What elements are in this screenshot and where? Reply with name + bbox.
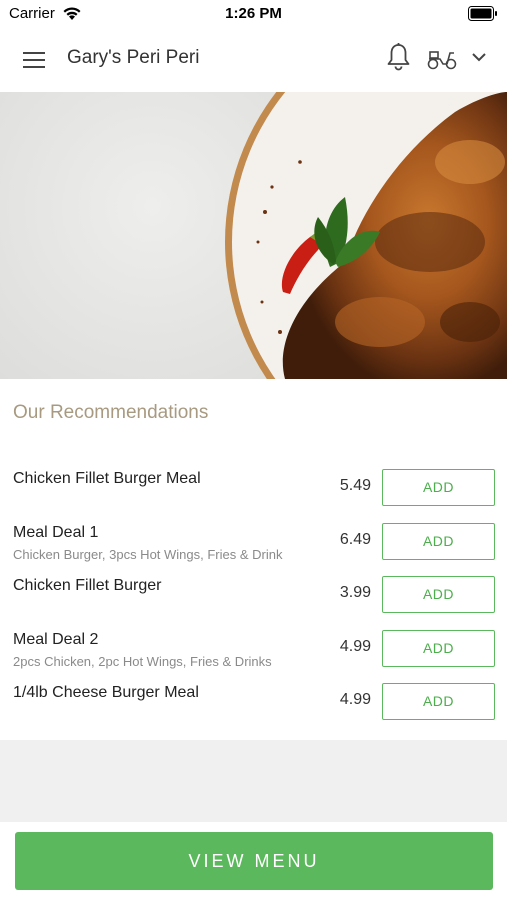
add-button[interactable]: ADD	[382, 576, 495, 613]
item-price: 3.99	[339, 584, 371, 601]
hero-food-image	[0, 92, 507, 379]
item-description: Chicken Burger, 3pcs Hot Wings, Fries & …	[13, 546, 283, 562]
recommendations-list: Chicken Fillet Burger Meal 5.49 ADD Meal…	[0, 460, 507, 728]
item-name: Chicken Fillet Burger	[13, 577, 162, 594]
menu-item: Chicken Fillet Burger 3.99 ADD	[0, 567, 507, 621]
item-price: 6.49	[339, 530, 371, 548]
item-price: 4.99	[339, 637, 371, 655]
bell-icon[interactable]	[385, 42, 412, 72]
item-name: Meal Deal 2	[13, 630, 99, 648]
menu-icon[interactable]	[22, 49, 46, 71]
footer-bar: VIEW MENU	[0, 822, 507, 900]
app-header: Gary's Peri Peri	[0, 28, 507, 92]
menu-item: Meal Deal 2 2pcs Chicken, 2pc Hot Wings,…	[0, 621, 507, 675]
item-description: 2pcs Chicken, 2pc Hot Wings, Fries & Dri…	[13, 653, 272, 669]
chevron-down-icon[interactable]	[470, 50, 488, 64]
chicken-plate-illustration	[225, 92, 507, 379]
content-spacer	[0, 740, 507, 822]
item-name: Chicken Fillet Burger Meal	[13, 470, 201, 487]
menu-item: Meal Deal 1 Chicken Burger, 3pcs Hot Win…	[0, 514, 507, 568]
battery-icon	[468, 6, 497, 21]
scooter-icon[interactable]	[426, 45, 458, 71]
add-button[interactable]: ADD	[382, 629, 495, 667]
add-button[interactable]: ADD	[382, 522, 495, 560]
section-title: Our Recommendations	[13, 402, 209, 423]
item-name: Meal Deal 1	[13, 523, 99, 541]
item-price: 4.99	[339, 691, 371, 708]
item-name: 1/4lb Cheese Burger Meal	[13, 684, 199, 701]
item-price: 5.49	[339, 477, 371, 494]
menu-item: 1/4lb Cheese Burger Meal 4.99 ADD	[0, 674, 507, 728]
add-button[interactable]: ADD	[382, 683, 495, 720]
clock: 1:26 PM	[225, 5, 282, 22]
app-title: Gary's Peri Peri	[67, 47, 200, 68]
view-menu-button[interactable]: VIEW MENU	[15, 832, 493, 890]
add-button[interactable]: ADD	[382, 469, 495, 506]
status-bar: Carrier 1:26 PM	[0, 0, 507, 28]
menu-item: Chicken Fillet Burger Meal 5.49 ADD	[0, 460, 507, 514]
